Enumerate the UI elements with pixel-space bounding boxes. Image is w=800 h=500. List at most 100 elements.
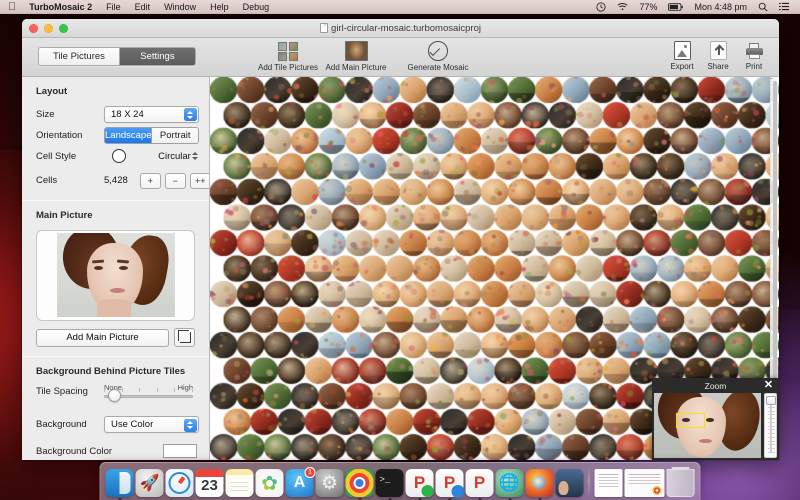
zoom-selection-rect[interactable]: [676, 413, 705, 428]
dock-item-photo[interactable]: [555, 469, 584, 497]
notification-center-icon[interactable]: [774, 0, 794, 14]
dock-item-calendar[interactable]: 23: [195, 469, 224, 497]
dock-item-document[interactable]: [594, 469, 623, 497]
dock-item-launchpad[interactable]: [135, 469, 164, 497]
time-machine-icon[interactable]: [591, 0, 611, 14]
battery-icon[interactable]: [663, 0, 688, 14]
print-button[interactable]: Print: [737, 41, 771, 71]
menu-window[interactable]: Window: [157, 0, 203, 14]
menu-file[interactable]: File: [99, 0, 128, 14]
cell-style-select[interactable]: Circular: [150, 148, 199, 165]
cell-style-row: Cell Style Circular: [22, 146, 209, 167]
window-title: girl-circular-mosaic.turbomosaicproj: [22, 23, 779, 34]
slider-knob[interactable]: [108, 388, 121, 402]
generate-mosaic-icon: [428, 41, 448, 61]
dock-separator: [588, 467, 590, 497]
background-section-title: Background Behind Picture Tiles: [36, 366, 186, 378]
zoom-window-button[interactable]: [59, 23, 68, 33]
cells-decrease-button[interactable]: −: [164, 172, 186, 189]
add-main-picture-button[interactable]: Add Main Picture: [322, 41, 390, 72]
cells-increase-button[interactable]: +: [139, 172, 161, 189]
document-icon: [320, 23, 329, 33]
dock-item-globe[interactable]: [495, 469, 524, 500]
mosaic-canvas-area[interactable]: Zoom ✕: [210, 77, 779, 460]
tab-settings[interactable]: Settings: [118, 48, 195, 65]
dock-item-acrobat[interactable]: [465, 469, 494, 500]
window-controls: [22, 23, 68, 33]
cells-increase-large-button[interactable]: ++: [189, 172, 209, 189]
zoom-navigator-thumbnail[interactable]: [654, 393, 761, 458]
menu-app-name[interactable]: TurboMosaic 2: [22, 0, 99, 14]
dock-item-photoshop[interactable]: [405, 469, 434, 500]
share-button[interactable]: Share: [701, 41, 735, 71]
menu-clock[interactable]: Mon 4:48 pm: [689, 0, 752, 14]
dock-item-terminal[interactable]: [375, 469, 404, 500]
desktop:  TurboMosaic 2 File Edit Window Help De…: [0, 0, 800, 500]
dock-item-premiere[interactable]: [435, 469, 465, 500]
background-value: Use Color: [111, 419, 154, 431]
turbomosaic-window: girl-circular-mosaic.turbomosaicproj Til…: [22, 19, 779, 460]
dock-item-system-preferences[interactable]: [315, 469, 344, 497]
share-icon: [709, 41, 727, 60]
cell-style-label: Cell Style: [36, 150, 77, 162]
cell-style-value: Circular: [158, 150, 191, 162]
toolbar-right-actions: Export Share Print: [665, 41, 771, 71]
scrollbar-thumb[interactable]: [772, 81, 777, 411]
generate-mosaic-button[interactable]: Generate Mosaic: [404, 41, 472, 72]
main-picture-thumbnail: [56, 233, 175, 318]
dock-item-chrome[interactable]: [345, 469, 374, 500]
minimize-window-button[interactable]: [44, 23, 53, 33]
zoom-panel-body: [652, 393, 779, 460]
cells-row: Cells 5,428 + − ++ −−: [22, 167, 209, 191]
size-select[interactable]: 18 X 24: [104, 105, 199, 123]
tab-tile-pictures[interactable]: Tile Pictures: [39, 48, 119, 65]
window-titlebar[interactable]: girl-circular-mosaic.turbomosaicproj: [22, 19, 779, 38]
menu-debug[interactable]: Debug: [236, 0, 277, 14]
main-picture-actions: Add Main Picture: [22, 321, 209, 348]
calendar-day-number: 23: [201, 477, 218, 494]
zoom-level-slider[interactable]: [764, 393, 777, 458]
close-icon[interactable]: ✕: [763, 380, 774, 391]
orientation-portrait-option[interactable]: Portrait: [151, 127, 198, 143]
export-button[interactable]: Export: [665, 41, 699, 71]
dock-item-webpage[interactable]: [624, 469, 665, 497]
zoom-panel-header: Zoom ✕: [652, 378, 779, 393]
dock-item-photos[interactable]: [255, 469, 284, 497]
add-main-picture-sidebar-button[interactable]: Add Main Picture: [36, 328, 169, 347]
menu-edit[interactable]: Edit: [128, 0, 158, 14]
close-window-button[interactable]: [29, 23, 38, 33]
toolbar-main-actions: Add Tile Pictures Add Main Picture Gener…: [254, 41, 472, 72]
dock-item-notes[interactable]: [225, 469, 254, 497]
dock-item-safari[interactable]: [165, 469, 194, 497]
orientation-landscape-option[interactable]: Landscape: [105, 127, 152, 143]
crop-icon[interactable]: [174, 328, 195, 348]
main-picture-icon: [344, 41, 368, 61]
dock-item-finder[interactable]: [105, 469, 134, 500]
wifi-icon[interactable]: [612, 0, 633, 14]
background-color-swatch[interactable]: [163, 444, 197, 459]
main-picture-preview-frame[interactable]: [36, 229, 195, 322]
menu-bar-status: 77% Mon 4:48 pm: [591, 0, 800, 14]
add-tile-pictures-label: Add Tile Pictures: [257, 63, 319, 72]
add-tile-pictures-button[interactable]: Add Tile Pictures: [254, 41, 322, 72]
menu-help[interactable]: Help: [203, 0, 236, 14]
dock-item-trash[interactable]: [666, 467, 695, 497]
dock: 23 1: [99, 462, 701, 500]
dock-item-app-store[interactable]: 1: [285, 467, 316, 497]
zoom-slider-knob[interactable]: [766, 396, 776, 405]
export-label: Export: [670, 62, 694, 71]
cells-label: Cells: [36, 175, 58, 187]
background-label: Background: [36, 419, 87, 431]
apple-menu-icon[interactable]: : [6, 0, 22, 14]
add-main-picture-label: Add Main Picture: [325, 63, 387, 72]
view-tabs: Tile Pictures Settings: [38, 47, 196, 66]
background-select[interactable]: Use Color: [104, 416, 199, 434]
zoom-slider-ticks: [768, 403, 775, 453]
battery-percent[interactable]: 77%: [634, 0, 662, 14]
size-value: 18 X 24: [111, 108, 144, 120]
orientation-row: Orientation Landscape Portrait: [22, 125, 209, 146]
dock-item-firefox[interactable]: [525, 469, 554, 500]
tile-spacing-slider[interactable]: None High: [104, 383, 199, 408]
spotlight-search-icon[interactable]: [753, 0, 773, 14]
app-store-badge: 1: [304, 467, 316, 478]
